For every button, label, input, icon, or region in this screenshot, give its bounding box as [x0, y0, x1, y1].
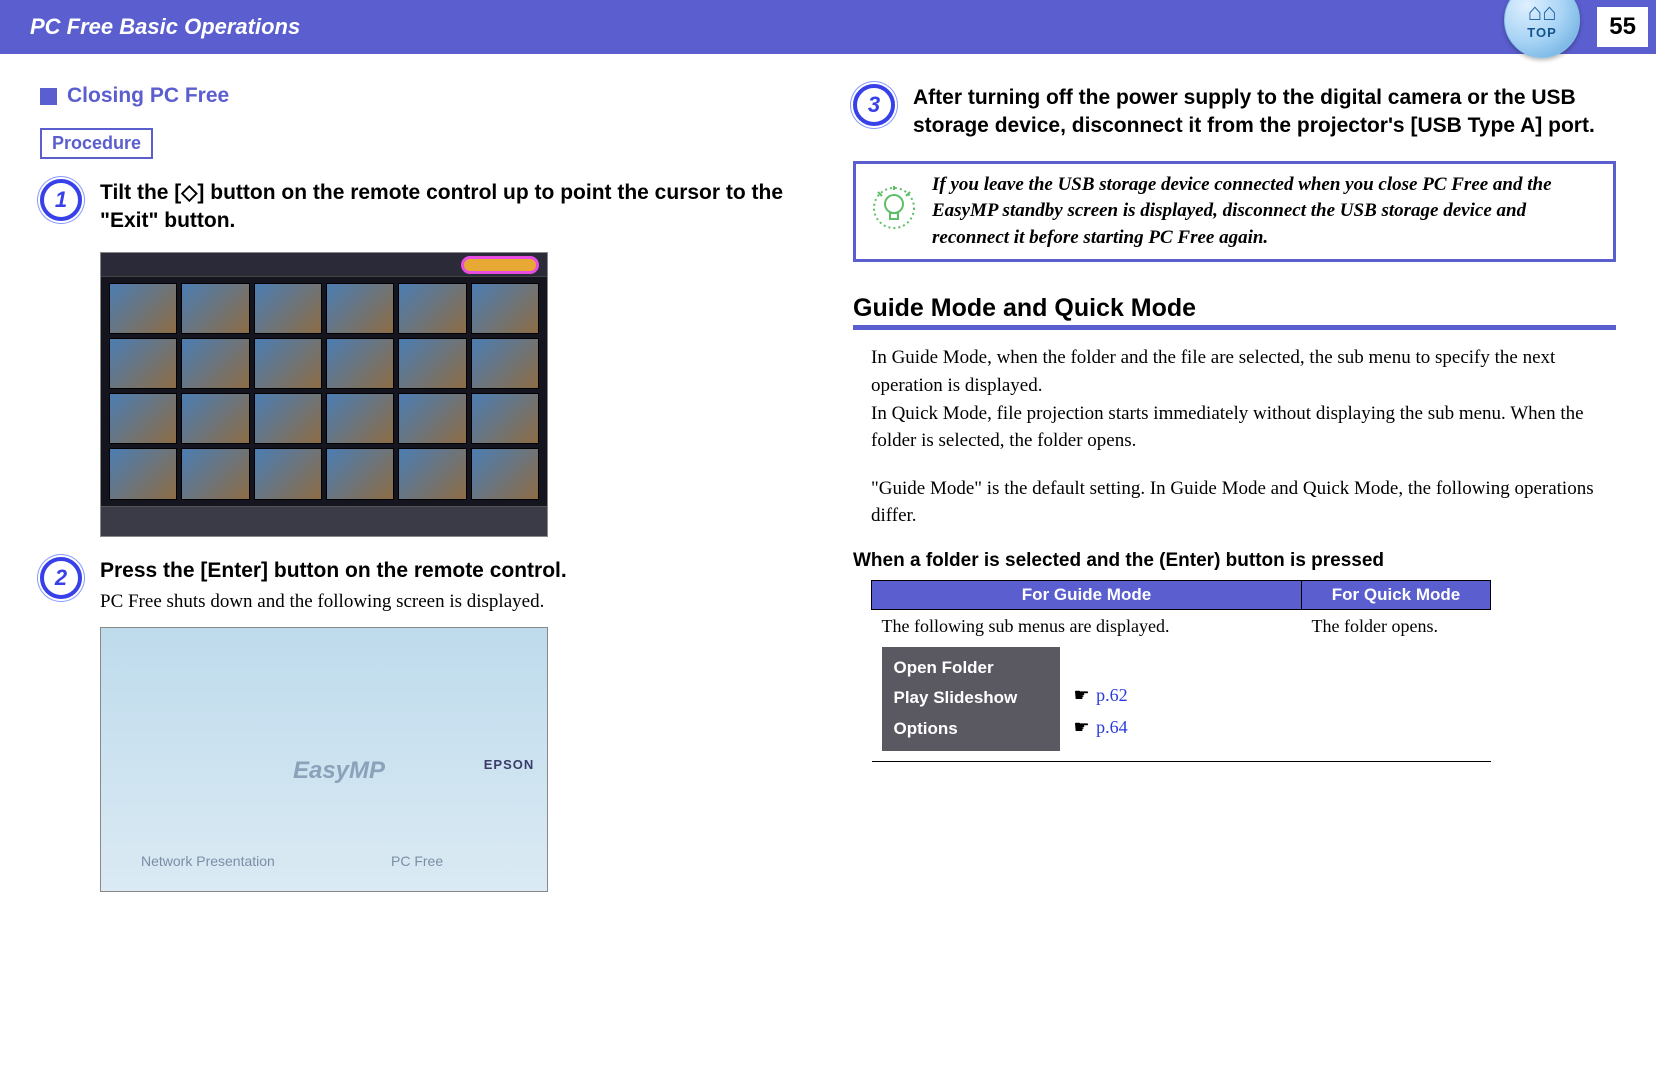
- section-heading: Closing PC Free: [40, 84, 803, 108]
- reference-mark-icon: ☛: [1074, 717, 1090, 737]
- step-2-desc: PC Free shuts down and the following scr…: [100, 589, 803, 615]
- ref-link-p62[interactable]: p.62: [1096, 685, 1128, 705]
- para-3: "Guide Mode" is the default setting. In …: [871, 475, 1616, 530]
- header-bar: PC Free Basic Operations ⌂⌂ TOP 55: [0, 0, 1656, 54]
- network-presentation-label: Network Presentation: [141, 853, 275, 869]
- heading-rule: [853, 325, 1616, 330]
- epson-brand: EPSON: [484, 757, 535, 772]
- step-2: 2 Press the [Enter] button on the remote…: [40, 557, 803, 615]
- home-icon: ⌂⌂: [1528, 1, 1557, 25]
- top-badge-label: TOP: [1527, 25, 1557, 40]
- ref-p64[interactable]: ☛ p.64: [1074, 711, 1128, 743]
- submenu-box: Open Folder Play Slideshow Options: [882, 647, 1060, 751]
- section-heading-text: Closing PC Free: [67, 84, 229, 108]
- para-1: In Guide Mode, when the folder and the f…: [871, 344, 1616, 399]
- step-1: 1 Tilt the [◇] button on the remote cont…: [40, 179, 803, 240]
- th-guide: For Guide Mode: [872, 580, 1302, 609]
- easymp-logo: EasyMP: [293, 757, 385, 785]
- submenu-play-slideshow: Play Slideshow: [894, 683, 1048, 714]
- heading-guide-quick: Guide Mode and Quick Mode: [853, 294, 1616, 323]
- ref-link-p64[interactable]: p.64: [1096, 717, 1128, 737]
- header-title: PC Free Basic Operations: [30, 14, 300, 40]
- cell-quick: The folder opens.: [1302, 609, 1491, 761]
- submenu-options: Options: [894, 714, 1048, 745]
- para-2: In Quick Mode, file projection starts im…: [871, 400, 1616, 455]
- right-column: 3 After turning off the power supply to …: [853, 84, 1616, 912]
- ref-p62[interactable]: ☛ p.62: [1074, 679, 1128, 711]
- top-badge[interactable]: ⌂⌂ TOP: [1504, 0, 1580, 58]
- mode-table: For Guide Mode For Quick Mode The follow…: [871, 580, 1491, 762]
- procedure-tag: Procedure: [40, 128, 153, 159]
- step-3-title: After turning off the power supply to th…: [913, 84, 1616, 141]
- left-column: Closing PC Free Procedure 1 Tilt the [◇]…: [40, 84, 803, 912]
- pc-free-label: PC Free: [391, 853, 443, 869]
- submenu-open-folder: Open Folder: [894, 653, 1048, 684]
- step-number-badge-2: 2: [40, 557, 82, 599]
- step-2-title: Press the [Enter] button on the remote c…: [100, 557, 803, 585]
- exit-button-highlight: [461, 256, 539, 274]
- step-number-badge-1: 1: [40, 179, 82, 221]
- tip-lightbulb-icon: [870, 184, 918, 232]
- square-bullet-icon: [40, 88, 57, 105]
- guide-cell-text: The following sub menus are displayed.: [882, 616, 1170, 636]
- tip-box: If you leave the USB storage device conn…: [853, 161, 1616, 263]
- step-1-title: Tilt the [◇] button on the remote contro…: [100, 179, 803, 236]
- step-3: 3 After turning off the power supply to …: [853, 84, 1616, 145]
- table-caption: When a folder is selected and the (Enter…: [853, 550, 1616, 572]
- step-number-badge-3: 3: [853, 84, 895, 126]
- screenshot-easymp-standby: EasyMP EPSON Network Presentation PC Fre…: [100, 627, 548, 892]
- reference-mark-icon: ☛: [1074, 685, 1090, 705]
- cell-guide: The following sub menus are displayed. O…: [872, 609, 1302, 761]
- th-quick: For Quick Mode: [1302, 580, 1491, 609]
- screenshot-pc-free-exit: [100, 252, 548, 537]
- page-number: 55: [1597, 7, 1648, 47]
- tip-text: If you leave the USB storage device conn…: [932, 172, 1599, 252]
